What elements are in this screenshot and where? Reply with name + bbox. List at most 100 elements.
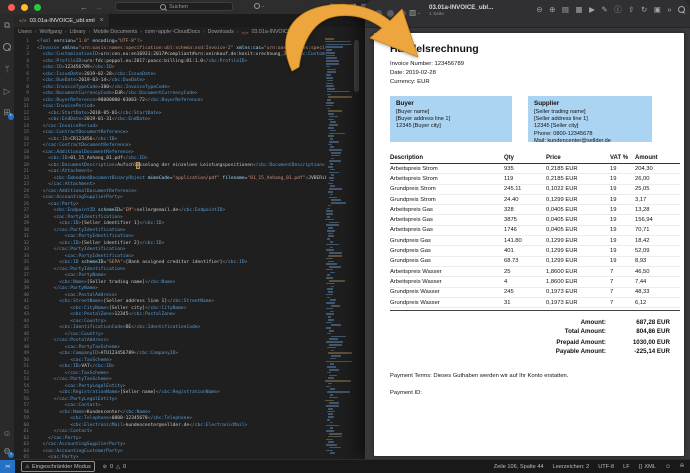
notifications-bell-icon[interactable]: ⍾ <box>680 463 684 470</box>
breadcrumb-item[interactable]: com~apple~CloudDocs <box>145 29 200 35</box>
table-cell: 0,1299 EUR <box>546 258 578 265</box>
eol[interactable]: LF <box>623 464 630 470</box>
toggle-secondary-sidebar-icon[interactable]: ◨ <box>350 3 356 11</box>
minimap-line <box>328 135 334 137</box>
minimap-line <box>331 152 341 154</box>
minimap-line <box>329 396 338 399</box>
minimap-line <box>327 229 336 232</box>
remote-indicator[interactable]: >< <box>0 460 15 473</box>
minimap-line <box>328 413 334 416</box>
forward-icon[interactable]: → <box>95 3 103 12</box>
command-center-search[interactable]: Suchen <box>115 2 233 11</box>
indentation[interactable]: Leerzeichen: 2 <box>553 464 590 470</box>
minimize-traffic-light[interactable] <box>21 3 28 11</box>
cursor-position[interactable]: Zeile 106, Spalte 44 <box>494 464 544 470</box>
back-icon[interactable]: ← <box>80 3 88 12</box>
minimap-line <box>328 204 332 207</box>
invoice-page: Handelsrechnung Invoice Number: 12345678… <box>374 33 684 456</box>
language-mode[interactable]: {} XML <box>639 464 656 470</box>
zoom-traffic-light[interactable] <box>34 3 41 11</box>
account-menu[interactable]: ⌄ <box>254 3 265 9</box>
highlighter-icon[interactable]: ✎ <box>601 6 607 14</box>
run-debug-icon[interactable]: ▷ <box>4 86 11 96</box>
minimize-traffic-light[interactable] <box>387 10 394 17</box>
zoom-out-icon[interactable]: ⊖ <box>536 6 542 14</box>
minimap-line <box>325 399 334 402</box>
minimap-line <box>330 452 336 454</box>
toggle-panel-icon[interactable]: ◫ <box>340 3 346 11</box>
table-cell: 7 <box>610 289 614 296</box>
breadcrumb-item[interactable]: Users <box>18 29 32 35</box>
code-editor[interactable]: 1 <?xml version="1.0" encoding="UTF-8"?> 2… <box>14 37 326 460</box>
zoom-in-icon[interactable]: ⊕ <box>549 6 555 14</box>
minimap-line <box>330 179 334 182</box>
close-traffic-light[interactable] <box>375 10 382 17</box>
breadcrumb-item[interactable]: Library <box>69 29 85 35</box>
explorer-icon[interactable]: ⧉ <box>4 21 10 30</box>
breadcrumb-item[interactable]: 03.01a-INVOICE_ubl.xml <box>252 29 311 35</box>
sidebar-toggle[interactable]: ▥ ⌄ <box>409 8 421 17</box>
total-row: Amount: 687,28 EUR <box>514 319 670 328</box>
info-icon[interactable]: ⓘ <box>614 6 622 14</box>
zoom-traffic-light[interactable] <box>399 10 406 17</box>
minimap-line <box>326 327 331 329</box>
table-cell: Arbeitspreis Strom <box>390 165 438 172</box>
thumbnails-icon[interactable]: ▦ <box>575 6 582 14</box>
minimap-line <box>327 68 337 71</box>
minimap[interactable] <box>325 38 352 460</box>
slideshow-icon[interactable]: ▶ <box>589 6 595 14</box>
breadcrumb-separator: › <box>202 29 205 35</box>
table-cell: 0,0405 EUR <box>546 206 578 213</box>
search-icon[interactable] <box>3 42 11 53</box>
minimap-line <box>329 266 341 268</box>
minimap-line <box>328 254 343 257</box>
table-cell: Arbeitspreis Gas <box>390 227 433 234</box>
supplier-line: [Seller trading name] <box>534 109 586 115</box>
more-icon[interactable]: » <box>667 6 671 14</box>
single-page-icon[interactable]: ▤ <box>562 6 569 14</box>
minimap-line <box>325 380 351 382</box>
table-row: Grundpreis Strom 24.40 0,1299 EUR 19 3,17 <box>390 195 680 206</box>
table-cell: 19 <box>610 227 617 234</box>
problems-indicator[interactable]: ⊘ 0 △ 0 <box>103 464 126 470</box>
minimap-line <box>330 241 334 243</box>
tab-invoice-xml[interactable]: </> 03.01a-INVOICE_ubl.xml × <box>14 14 110 27</box>
encoding[interactable]: UTF-8 <box>598 464 614 470</box>
breadcrumb-item[interactable]: Downloads <box>208 29 234 35</box>
toggle-sidebar-icon[interactable]: ◧ <box>330 3 336 11</box>
table-cell: Arbeitspreis Strom <box>390 175 438 182</box>
search-icon[interactable] <box>678 6 685 14</box>
minimap-line <box>326 104 333 107</box>
breadcrumb-item[interactable]: Wolfgang <box>40 29 62 35</box>
source-control-icon[interactable]: ᛘ <box>4 65 9 74</box>
minimap-line <box>328 352 352 354</box>
minimap-line <box>328 96 352 98</box>
payment-id: Payment ID: <box>390 390 422 397</box>
restricted-mode-badge[interactable]: ⚠ Eingeschränkter Modus <box>21 461 95 472</box>
extensions-icon[interactable]: ⊞ 1 <box>3 108 15 120</box>
invoice-meta: Invoice Number: 123456789 Date: 2019-02-2… <box>390 60 680 87</box>
close-traffic-light[interactable] <box>8 3 15 11</box>
minimap-line <box>329 252 343 254</box>
table-cell: 245.11 <box>504 186 522 193</box>
minimap-line <box>331 355 342 357</box>
supplier-box: Supplier [Seller trading name] [Seller ad… <box>528 96 652 144</box>
rotate-icon[interactable]: ↻ <box>641 6 647 14</box>
minimap-line <box>328 416 334 418</box>
minimap-line <box>326 82 334 85</box>
editor-scrollbar[interactable] <box>354 40 359 92</box>
table-cell: 19 <box>610 175 617 182</box>
markup-icon[interactable]: ▣ <box>654 6 661 14</box>
table-cell: 6,12 <box>635 299 647 306</box>
settings-gear-icon[interactable]: ⚙ 1 <box>3 446 15 458</box>
share-icon[interactable]: ⇧ <box>628 6 634 14</box>
minimap-line <box>330 163 334 165</box>
accounts-icon[interactable]: ☺ <box>3 429 12 438</box>
close-icon[interactable]: × <box>100 17 104 24</box>
breadcrumb-item[interactable]: Mobile Documents <box>93 29 137 35</box>
minimap-line <box>326 444 337 446</box>
feedback-icon[interactable]: ☺ <box>665 464 671 470</box>
search-icon-shape <box>678 6 685 14</box>
minimap-line <box>326 430 334 432</box>
minimap-line <box>329 374 337 377</box>
